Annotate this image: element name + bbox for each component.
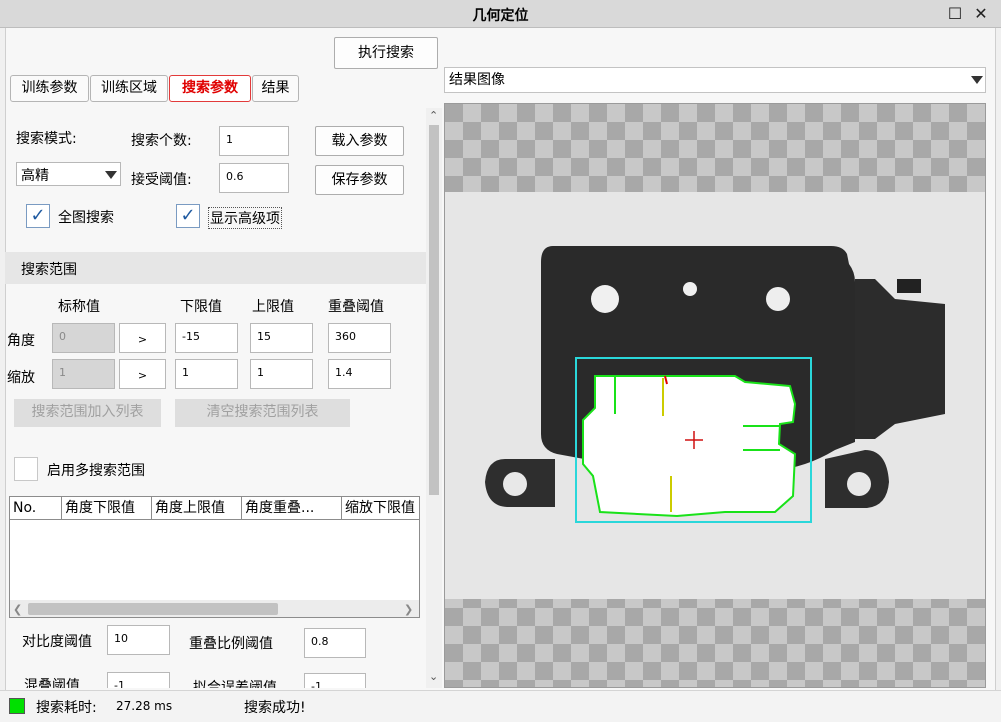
title-bar: 几何定位 ☐ ✕ bbox=[0, 0, 1001, 28]
status-message: 搜索成功! bbox=[244, 700, 306, 716]
scrollbar-thumb[interactable] bbox=[28, 603, 278, 615]
col-lower-label: 下限值 bbox=[180, 299, 222, 315]
multi-range-checkbox[interactable] bbox=[14, 457, 38, 481]
chevron-down-icon bbox=[105, 171, 117, 179]
fit-error-label: 拟合误差阈值 bbox=[193, 680, 277, 688]
overlap-ratio-input[interactable]: 0.8 bbox=[304, 628, 366, 658]
contrast-threshold-input[interactable]: 10 bbox=[107, 625, 170, 655]
left-hole bbox=[503, 472, 527, 496]
search-range-header: 搜索范围 bbox=[5, 252, 426, 284]
search-range-title: 搜索范围 bbox=[21, 262, 77, 278]
clutter-threshold-label: 混叠阈值 bbox=[24, 678, 80, 688]
show-advanced-checkbox[interactable]: ✓ bbox=[176, 204, 200, 228]
image-selector-value: 结果图像 bbox=[449, 72, 505, 88]
scale-label: 缩放 bbox=[7, 370, 35, 386]
clipped-params: 混叠阈值 -1 拟合误差阈值 -1 bbox=[0, 670, 426, 688]
scrollbar-thumb[interactable] bbox=[429, 125, 439, 495]
tab-train-region[interactable]: 训练区域 bbox=[90, 75, 168, 102]
angle-upper-input[interactable]: 15 bbox=[250, 323, 313, 353]
fit-error-input[interactable]: -1 bbox=[304, 673, 366, 688]
scale-overlap-input[interactable]: 1.4 bbox=[328, 359, 391, 389]
search-mode-select[interactable]: 高精 bbox=[16, 162, 121, 186]
show-advanced-label: 显示高级项 bbox=[208, 207, 282, 229]
search-mode-value: 高精 bbox=[21, 168, 49, 184]
chevron-down-icon bbox=[971, 76, 983, 84]
tab-results[interactable]: 结果 bbox=[252, 75, 299, 102]
right-hole bbox=[847, 472, 871, 496]
search-mode-label: 搜索模式: bbox=[16, 131, 77, 147]
window-title: 几何定位 bbox=[472, 8, 529, 24]
tab-train-params[interactable]: 训练参数 bbox=[10, 75, 89, 102]
hole-2 bbox=[683, 282, 697, 296]
contrast-threshold-label: 对比度阈值 bbox=[22, 634, 92, 650]
tab-search-params[interactable]: 搜索参数 bbox=[169, 75, 251, 102]
angle-lower-input[interactable]: -15 bbox=[175, 323, 238, 353]
clear-range-button[interactable]: 清空搜索范围列表 bbox=[175, 399, 350, 427]
hole-3 bbox=[766, 287, 790, 311]
result-image bbox=[445, 192, 985, 599]
scroll-up-icon[interactable]: ⌃ bbox=[429, 109, 438, 122]
full-image-search-label: 全图搜索 bbox=[58, 210, 114, 226]
scale-upper-input[interactable]: 1 bbox=[250, 359, 313, 389]
load-params-button[interactable]: 载入参数 bbox=[315, 126, 404, 156]
search-time-label: 搜索耗时: bbox=[36, 700, 97, 716]
col-overlap-label: 重叠阈值 bbox=[328, 299, 384, 315]
table-header-no[interactable]: No. bbox=[10, 497, 62, 520]
accept-threshold-label: 接受阈值: bbox=[131, 172, 192, 188]
angle-apply-button[interactable]: > bbox=[119, 323, 166, 353]
table-header-angle-upper[interactable]: 角度上限值 bbox=[152, 497, 242, 520]
status-bar: 搜索耗时: 27.28 ms 搜索成功! bbox=[0, 690, 1001, 722]
table-header-angle-lower[interactable]: 角度下限值 bbox=[62, 497, 152, 520]
maximize-icon[interactable]: ☐ bbox=[945, 4, 965, 24]
scale-apply-button[interactable]: > bbox=[119, 359, 166, 389]
execute-search-button[interactable]: 执行搜索 bbox=[334, 37, 438, 69]
angle-nominal-input[interactable]: 0 bbox=[52, 323, 115, 353]
hole-1 bbox=[591, 285, 619, 313]
full-image-search-checkbox[interactable]: ✓ bbox=[26, 204, 50, 228]
scale-nominal-input[interactable]: 1 bbox=[52, 359, 115, 389]
status-indicator-icon bbox=[9, 698, 25, 714]
multi-range-label: 启用多搜索范围 bbox=[47, 463, 145, 479]
angle-overlap-input[interactable]: 360 bbox=[328, 323, 391, 353]
image-selector[interactable]: 结果图像 bbox=[444, 67, 986, 93]
scroll-left-icon[interactable]: ❮ bbox=[13, 603, 22, 616]
accept-threshold-input[interactable]: 0.6 bbox=[219, 163, 289, 193]
col-upper-label: 上限值 bbox=[252, 299, 294, 315]
table-header-angle-overlap[interactable]: 角度重叠... bbox=[242, 497, 342, 520]
table-header-scale-lower[interactable]: 缩放下限值 bbox=[342, 497, 419, 520]
result-image-view[interactable] bbox=[444, 103, 986, 688]
add-range-button[interactable]: 搜索范围加入列表 bbox=[14, 399, 161, 427]
search-time-value: 27.28 ms bbox=[116, 699, 173, 713]
range-table[interactable]: No. 角度下限值 角度上限值 角度重叠... 缩放下限值 ❮ ❯ bbox=[9, 496, 420, 618]
angle-label: 角度 bbox=[7, 333, 35, 349]
close-icon[interactable]: ✕ bbox=[971, 4, 991, 24]
table-horizontal-scrollbar[interactable]: ❮ ❯ bbox=[10, 600, 419, 617]
overlap-ratio-label: 重叠比例阈值 bbox=[189, 636, 273, 652]
scroll-right-icon[interactable]: ❯ bbox=[404, 603, 413, 616]
left-panel-scrollbar[interactable]: ⌃ ⌄ bbox=[426, 108, 442, 688]
save-params-button[interactable]: 保存参数 bbox=[315, 165, 404, 195]
col-nominal-label: 标称值 bbox=[58, 299, 100, 315]
scroll-down-icon[interactable]: ⌄ bbox=[429, 670, 438, 683]
search-count-label: 搜索个数: bbox=[131, 133, 192, 149]
search-count-input[interactable]: 1 bbox=[219, 126, 289, 156]
scale-lower-input[interactable]: 1 bbox=[175, 359, 238, 389]
clutter-threshold-input[interactable]: -1 bbox=[107, 672, 170, 688]
